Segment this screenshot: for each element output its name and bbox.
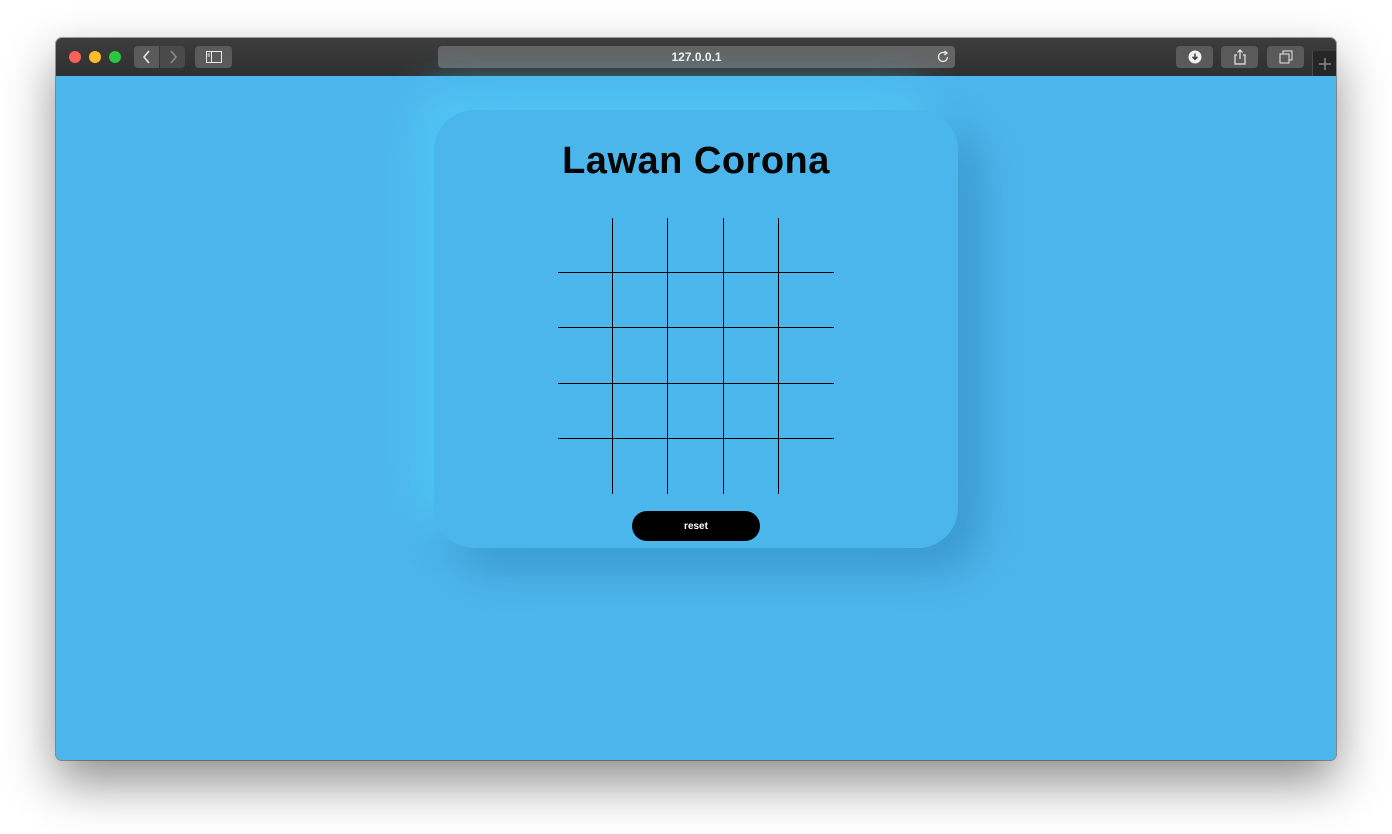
board-cell[interactable] <box>613 273 669 329</box>
game-card: Lawan Corona reset <box>434 110 958 548</box>
board-cell[interactable] <box>558 383 614 439</box>
board-cell[interactable] <box>778 328 834 384</box>
reset-button[interactable]: reset <box>632 511 760 541</box>
plus-icon <box>1319 57 1331 70</box>
board-cell[interactable] <box>668 438 724 494</box>
board-cell[interactable] <box>668 273 724 329</box>
share-button[interactable] <box>1221 46 1258 68</box>
minimize-window-button[interactable] <box>89 51 101 63</box>
board-cell[interactable] <box>613 383 669 439</box>
sidebar-icon <box>205 51 222 63</box>
board-cell[interactable] <box>613 218 669 274</box>
back-button[interactable] <box>134 46 159 68</box>
board-cell[interactable] <box>558 328 614 384</box>
board-cell[interactable] <box>723 383 779 439</box>
board-cell[interactable] <box>668 328 724 384</box>
forward-button[interactable] <box>160 46 185 68</box>
chevron-right-icon <box>169 50 177 64</box>
board-cell[interactable] <box>613 438 669 494</box>
board-cell[interactable] <box>723 273 779 329</box>
board-cell[interactable] <box>558 438 614 494</box>
game-board <box>558 218 834 494</box>
board-cell[interactable] <box>723 218 779 274</box>
reload-icon[interactable] <box>936 50 950 64</box>
download-icon <box>1188 50 1201 64</box>
show-tabs-button[interactable] <box>1267 46 1304 68</box>
browser-window: 127.0.0.1 Lawan Corona reset <box>56 38 1336 760</box>
address-bar[interactable]: 127.0.0.1 <box>438 46 955 68</box>
board-cell[interactable] <box>558 273 614 329</box>
board-cell[interactable] <box>779 439 834 494</box>
browser-toolbar: 127.0.0.1 <box>56 38 1336 77</box>
board-cell[interactable] <box>558 218 614 274</box>
zoom-window-button[interactable] <box>109 51 121 63</box>
board-cell[interactable] <box>668 218 724 274</box>
downloads-button[interactable] <box>1176 46 1213 68</box>
board-cell[interactable] <box>778 273 834 329</box>
address-text: 127.0.0.1 <box>671 50 722 64</box>
chevron-left-icon <box>142 50 150 64</box>
tabs-overview-icon <box>1279 50 1292 64</box>
new-tab-button[interactable] <box>1312 51 1336 76</box>
sidebar-toggle-button[interactable] <box>195 46 232 68</box>
page-title: Lawan Corona <box>562 140 830 182</box>
page-content: Lawan Corona reset <box>56 76 1336 760</box>
close-window-button[interactable] <box>69 51 81 63</box>
board-cell[interactable] <box>668 383 724 439</box>
share-icon <box>1233 49 1246 65</box>
board-cell[interactable] <box>778 384 834 439</box>
board-cell[interactable] <box>778 218 834 274</box>
board-cell[interactable] <box>613 328 669 384</box>
board-cell[interactable] <box>724 438 779 494</box>
board-cell[interactable] <box>723 328 779 384</box>
